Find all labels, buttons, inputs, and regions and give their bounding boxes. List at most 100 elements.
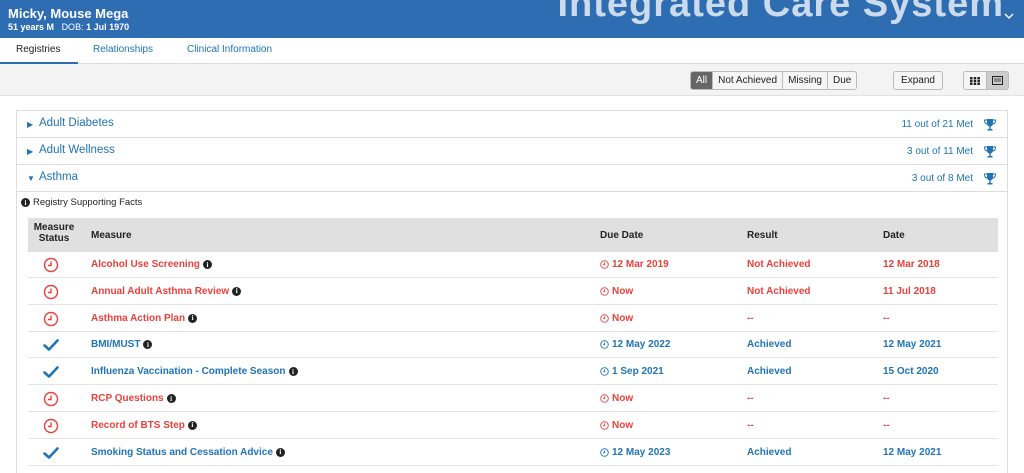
- due-date-value: 12 May 2022: [612, 339, 671, 351]
- clock-icon: [600, 367, 609, 376]
- result-cell: --: [747, 419, 754, 431]
- measure-link[interactable]: Smoking Status and Cessation Advice i: [91, 447, 285, 458]
- result-cell: Achieved: [747, 446, 792, 458]
- measure-link[interactable]: Asthma Action Plan i: [91, 313, 198, 324]
- due-date-cell: 12 May 2023: [600, 447, 670, 458]
- info-icon[interactable]: i: [166, 394, 176, 403]
- info-icon[interactable]: i: [202, 260, 212, 269]
- due-date-value: Now: [612, 312, 634, 324]
- checkmark-icon: [43, 337, 59, 353]
- registry-supporting-facts[interactable]: i Registry Supporting Facts: [21, 197, 142, 208]
- measure-link[interactable]: Alcohol Use Screening i: [91, 259, 212, 270]
- info-icon: i: [21, 198, 30, 207]
- patient-header: Integrated Care System Micky, Mouse Mega…: [0, 0, 1024, 38]
- info-icon[interactable]: i: [232, 286, 242, 296]
- table-row: Smoking Status and Cessation Advice i 12 M…: [28, 439, 998, 466]
- registry-met-count: 3 out of 11 Met: [907, 146, 973, 157]
- registry-name: Asthma: [39, 171, 78, 183]
- due-date-cell: Now: [600, 313, 633, 324]
- clock-icon: [43, 257, 59, 273]
- date-cell: 12 Mar 2018: [883, 259, 940, 270]
- dob-label: DOB:: [61, 22, 84, 32]
- app-title: Integrated Care System: [557, 0, 1004, 25]
- list-view-icon[interactable]: [986, 72, 1008, 89]
- date-cell: 12 May 2021: [883, 339, 942, 351]
- supporting-facts-label: Registry Supporting Facts: [33, 197, 143, 208]
- result-cell: Achieved: [747, 339, 792, 351]
- registry-asthma[interactable]: ▼ Asthma 3 out of 8 Met: [17, 165, 1007, 192]
- registry-adult-diabetes[interactable]: ▶ Adult Diabetes 11 out of 21 Met: [17, 111, 1007, 138]
- due-date-cell: Now: [600, 286, 633, 297]
- measure-link[interactable]: RCP Questions i: [91, 393, 176, 404]
- patient-age-sex: 51 years M: [8, 22, 55, 32]
- result-cell: Not Achieved: [747, 259, 811, 270]
- trophy-icon: [983, 145, 997, 159]
- registry-name: Adult Diabetes: [39, 117, 114, 129]
- table-row: Influenza Vaccination - Complete Season i…: [28, 359, 998, 386]
- info-icon[interactable]: i: [288, 367, 298, 377]
- chevron-down-icon[interactable]: [1004, 12, 1014, 23]
- measure-link[interactable]: Annual Adult Asthma Review i: [91, 285, 242, 297]
- clock-icon: [43, 391, 59, 407]
- due-date-value: Now: [612, 285, 634, 297]
- due-date-cell: 12 May 2022: [600, 339, 670, 350]
- measures-table-header: Measure Status Measure Due Date Result Da…: [28, 218, 998, 252]
- toolbar: All Not Achieved Missing Due Expand: [0, 64, 1024, 96]
- due-date-value: Now: [612, 419, 634, 431]
- table-row: BMI/MUST i 12 May 2022 Achieved 12 May 2021: [28, 332, 998, 359]
- table-row: Asthma Action Plan i Now -- --: [28, 305, 998, 332]
- table-row: Annual Adult Asthma Review i Now Not Achiev…: [28, 278, 998, 305]
- clock-icon: [600, 394, 609, 403]
- date-cell: --: [883, 419, 890, 431]
- view-toggle: [963, 71, 1009, 90]
- filter-not-achieved-button[interactable]: Not Achieved: [713, 72, 784, 89]
- due-date-value: 1 Sep 2021: [612, 366, 664, 378]
- th-result: Result: [747, 230, 778, 241]
- measure-name: Annual Adult Asthma Review: [91, 285, 230, 297]
- registry-met-count: 11 out of 21 Met: [901, 119, 973, 130]
- clock-icon: [43, 284, 59, 300]
- table-row: Alcohol Use Screening i 12 Mar 2019 Not Ach…: [28, 252, 998, 278]
- result-cell: --: [747, 312, 754, 324]
- tab-clinical-information[interactable]: Clinical Information: [187, 44, 272, 55]
- measure-link[interactable]: BMI/MUST i: [91, 339, 153, 350]
- due-date-cell: Now: [600, 393, 633, 404]
- tab-relationships[interactable]: Relationships: [93, 44, 153, 55]
- info-icon[interactable]: i: [188, 313, 198, 323]
- th-due-date: Due Date: [600, 230, 644, 241]
- due-date-value: Now: [612, 393, 634, 404]
- clock-icon: [43, 418, 59, 434]
- filter-group: All Not Achieved Missing Due: [690, 71, 858, 90]
- tab-bar: Registries Relationships Clinical Inform…: [0, 38, 1024, 64]
- filter-missing-button[interactable]: Missing: [783, 72, 828, 89]
- filter-all-button[interactable]: All: [691, 72, 714, 89]
- grid-view-icon[interactable]: [964, 72, 986, 89]
- result-cell: --: [747, 393, 754, 404]
- measure-link[interactable]: Record of BTS Step i: [91, 420, 197, 431]
- tab-registries[interactable]: Registries: [16, 44, 60, 55]
- measure-name: RCP Questions: [91, 393, 164, 404]
- measure-name: Influenza Vaccination - Complete Season: [91, 366, 286, 378]
- info-icon[interactable]: i: [143, 340, 153, 350]
- table-row: Record of BTS Step i Now -- --: [28, 412, 998, 439]
- registry-adult-wellness[interactable]: ▶ Adult Wellness 3 out of 11 Met: [17, 138, 1007, 165]
- date-cell: 12 May 2021: [883, 446, 942, 458]
- info-icon[interactable]: i: [187, 420, 197, 430]
- clock-icon: [43, 311, 59, 327]
- th-date: Date: [883, 230, 905, 241]
- registry-name: Adult Wellness: [39, 144, 115, 156]
- info-icon[interactable]: i: [275, 447, 285, 457]
- clock-icon: [600, 260, 609, 269]
- expand-button[interactable]: Expand: [893, 71, 943, 90]
- clock-icon: [600, 313, 609, 323]
- measure-name: Smoking Status and Cessation Advice: [91, 446, 273, 458]
- th-measure: Measure: [91, 230, 132, 241]
- filter-due-button[interactable]: Due: [827, 72, 857, 89]
- date-cell: --: [883, 312, 890, 324]
- clock-icon: [600, 447, 609, 457]
- th-measure-status: Measure Status: [33, 222, 75, 244]
- checkmark-icon: [43, 445, 59, 461]
- due-date-cell: 12 Mar 2019: [600, 259, 669, 270]
- measure-link[interactable]: Influenza Vaccination - Complete Season i: [91, 366, 298, 377]
- due-date-cell: Now: [600, 420, 633, 431]
